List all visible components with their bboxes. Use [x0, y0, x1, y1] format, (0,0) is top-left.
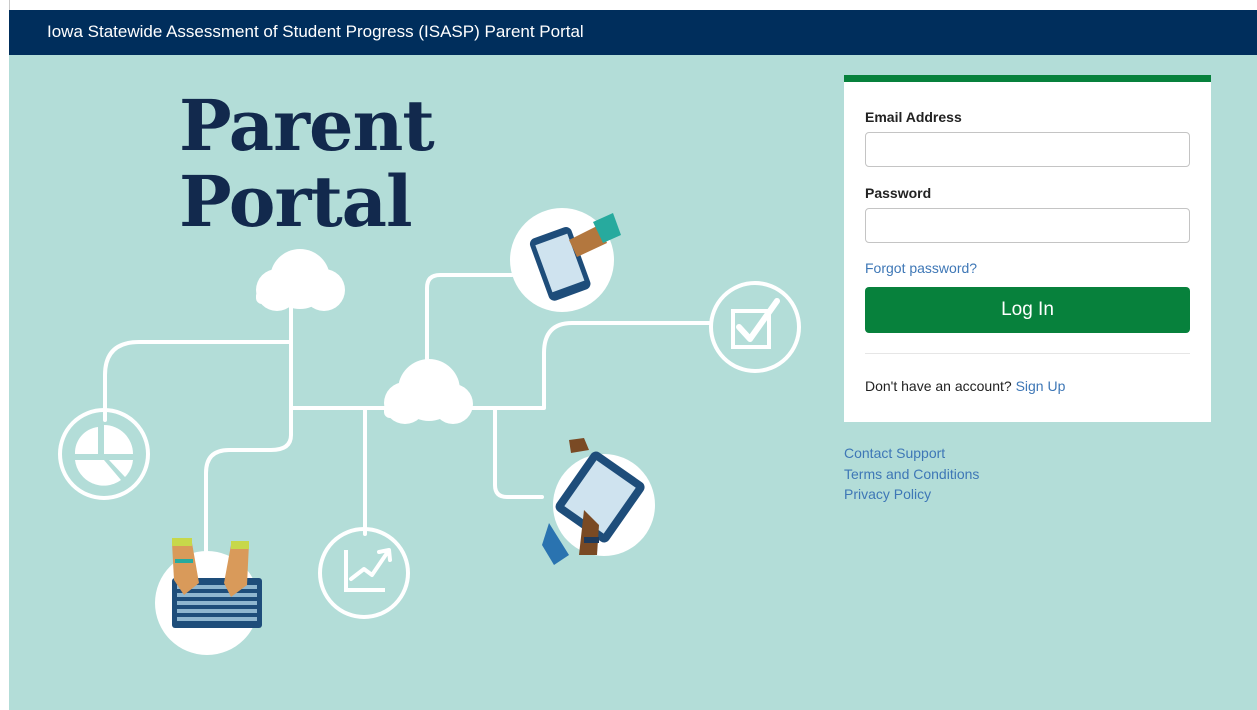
top-header-bar: Iowa Statewide Assessment of Student Pro… — [9, 10, 1257, 55]
checkbox-icon — [709, 281, 801, 373]
login-button[interactable]: Log In — [865, 287, 1190, 333]
hero-title-line-1: Parent — [179, 84, 435, 167]
password-label: Password — [865, 185, 932, 201]
footer-links: Contact Support Terms and Conditions Pri… — [844, 443, 979, 505]
forgot-password-link[interactable]: Forgot password? — [865, 260, 977, 276]
pie-chart-icon — [58, 408, 150, 500]
cloud-icon — [384, 359, 473, 424]
contact-support-link[interactable]: Contact Support — [844, 443, 979, 464]
hero-panel: Parent Portal Email Address Password For… — [9, 55, 1257, 710]
hero-title-line-2: Portal — [179, 160, 413, 243]
terms-link[interactable]: Terms and Conditions — [844, 464, 979, 485]
growth-chart-icon — [318, 527, 410, 619]
signup-link[interactable]: Sign Up — [1016, 378, 1066, 394]
header-title: Iowa Statewide Assessment of Student Pro… — [47, 22, 584, 41]
laptop-hands-icon — [155, 538, 262, 655]
email-label: Email Address — [865, 109, 962, 125]
privacy-link[interactable]: Privacy Policy — [844, 484, 979, 505]
tablet-hand-icon — [542, 438, 655, 565]
hero-title: Parent Portal — [179, 84, 435, 243]
phone-hand-icon — [510, 208, 621, 312]
password-field[interactable] — [865, 208, 1190, 243]
signup-prompt: Don't have an account? — [865, 378, 1012, 394]
login-card: Email Address Password Forgot password? … — [844, 75, 1211, 422]
email-field[interactable] — [865, 132, 1190, 167]
cloud-icon — [256, 249, 345, 311]
divider — [865, 353, 1190, 354]
signup-line: Don't have an account? Sign Up — [865, 378, 1065, 394]
